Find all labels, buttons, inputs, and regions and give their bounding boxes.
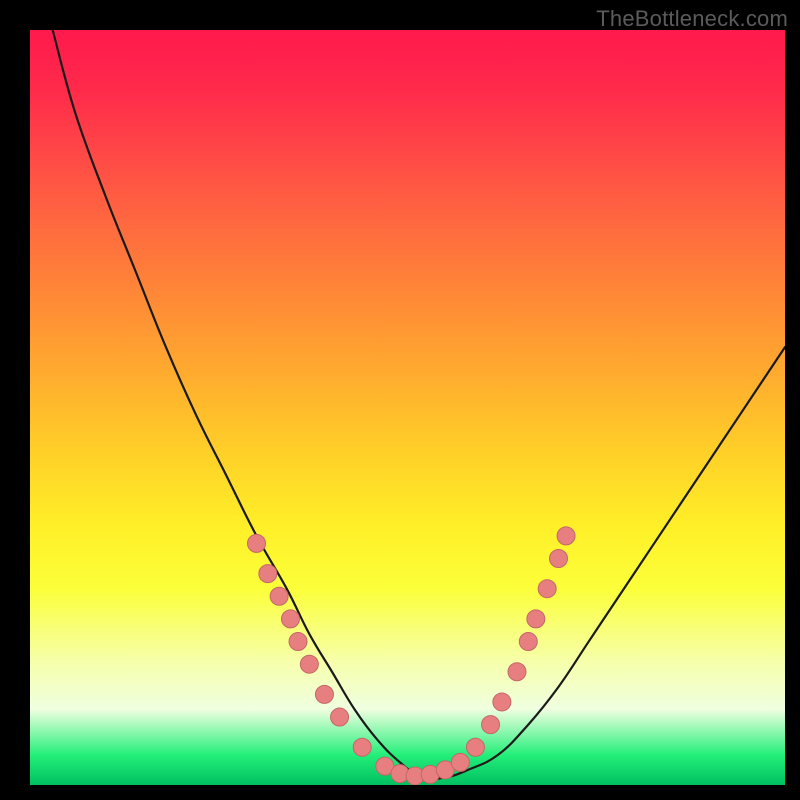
plot-area bbox=[30, 30, 785, 785]
chart-stage: TheBottleneck.com bbox=[0, 0, 800, 800]
data-dot bbox=[527, 610, 545, 628]
data-dot bbox=[451, 753, 469, 771]
watermark-text: TheBottleneck.com bbox=[596, 6, 788, 32]
data-dot bbox=[482, 716, 500, 734]
data-dot bbox=[519, 633, 537, 651]
data-dot bbox=[353, 738, 371, 756]
data-dots bbox=[248, 527, 576, 785]
data-dot bbox=[315, 685, 333, 703]
data-dot bbox=[508, 663, 526, 681]
data-dot bbox=[493, 693, 511, 711]
data-dot bbox=[538, 580, 556, 598]
data-dot bbox=[281, 610, 299, 628]
data-dot bbox=[259, 565, 277, 583]
data-dot bbox=[300, 655, 318, 673]
data-dot bbox=[550, 550, 568, 568]
data-dot bbox=[557, 527, 575, 545]
data-dot bbox=[270, 587, 288, 605]
data-dot bbox=[289, 633, 307, 651]
data-dot bbox=[331, 708, 349, 726]
data-dot bbox=[248, 534, 266, 552]
data-dot bbox=[466, 738, 484, 756]
bottleneck-curve bbox=[53, 30, 785, 779]
curve-svg bbox=[30, 30, 785, 785]
